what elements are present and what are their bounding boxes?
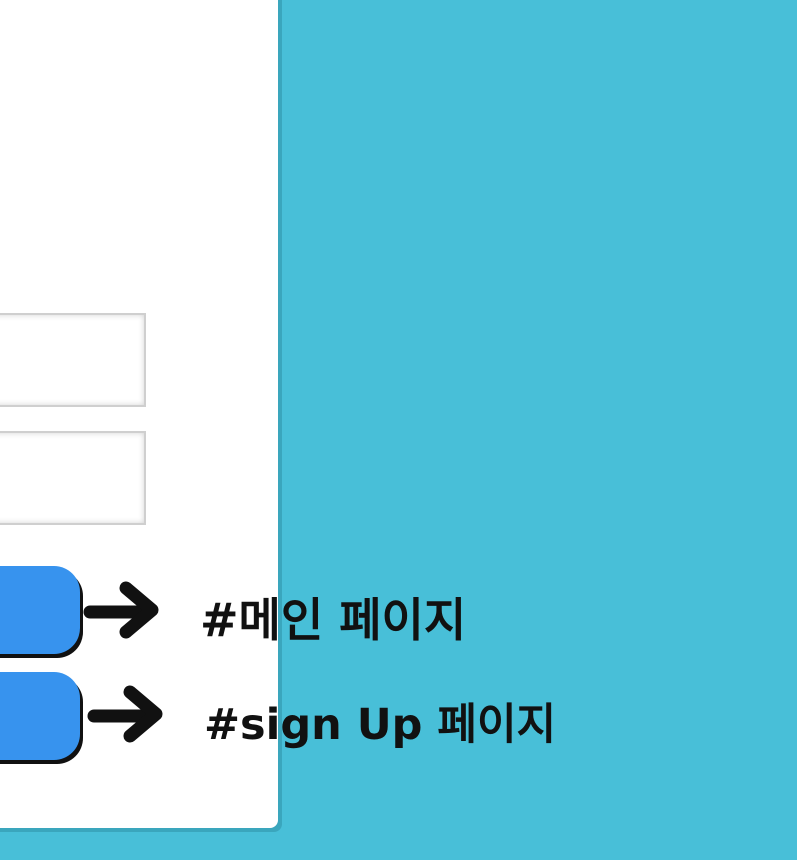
main-page-annotation: #메인 페이지 <box>200 593 467 647</box>
login-button[interactable] <box>0 566 80 654</box>
password-input[interactable] <box>0 433 144 523</box>
signup-button[interactable] <box>0 672 80 760</box>
arrow-right-icon <box>87 685 163 743</box>
signup-page-annotation: #sign Up 페이지 <box>204 700 557 750</box>
id-input-box[interactable] <box>0 313 146 407</box>
password-input-box[interactable] <box>0 431 146 525</box>
id-input[interactable] <box>0 315 144 405</box>
arrow-right-icon <box>83 581 159 639</box>
